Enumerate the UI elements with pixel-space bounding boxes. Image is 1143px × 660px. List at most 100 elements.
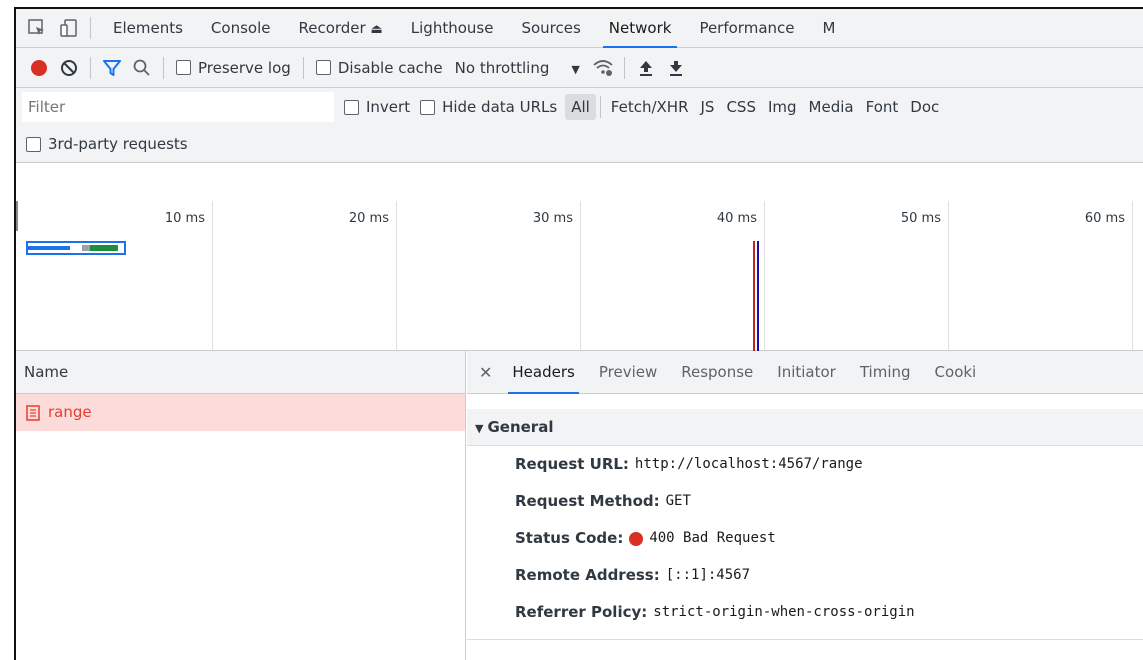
request-method-field: Request Method: GET [467,483,1143,520]
third-party-checkbox[interactable]: 3rd-party requests [26,135,188,153]
tab-recorder-label: Recorder [298,18,366,37]
tab-response[interactable]: Response [669,351,765,394]
preserve-log-label: Preserve log [198,58,291,77]
general-section-title: General [487,418,554,436]
divider [163,56,164,79]
checkbox-box[interactable] [176,60,191,75]
throttling-value: No throttling [454,58,550,77]
network-overview-timeline[interactable]: 10 ms 20 ms 30 ms 40 ms 50 ms 60 ms [16,201,1143,351]
gridline [396,201,397,350]
disable-cache-checkbox[interactable]: Disable cache [315,58,443,77]
tab-recorder[interactable]: Recorder ⏏ [284,9,396,48]
devtools-tab-bar: Elements Console Recorder ⏏ Lighthouse S… [16,9,1143,48]
tab-memory[interactable]: M [809,9,850,48]
gridline [212,201,213,350]
section-divider [467,639,1143,640]
timeline-start-marker [16,201,18,231]
tick-label: 30 ms [532,211,573,226]
referrer-policy-field: Referrer Policy: strict-origin-when-cros… [467,594,1143,631]
tick-label: 20 ms [348,211,389,226]
type-filter-font[interactable]: Font [860,94,905,120]
request-bar-waiting [28,246,70,250]
tab-lighthouse[interactable]: Lighthouse [397,9,508,48]
filter-icon[interactable] [99,55,125,81]
type-filter-media[interactable]: Media [803,94,860,120]
invert-checkbox[interactable]: Invert [344,98,410,116]
name-column-header[interactable]: Name [16,351,465,394]
tab-headers[interactable]: Headers [500,351,586,394]
tab-cookies[interactable]: Cooki [923,351,989,394]
checkbox-box[interactable] [26,136,41,152]
filter-bar: Invert Hide data URLs All Fetch/XHR JS C… [16,88,1143,126]
field-key: Request Method: [515,492,660,510]
type-filter-doc[interactable]: Doc [904,94,945,120]
dropdown-arrow-icon: ▼ [571,62,580,76]
tab-sources[interactable]: Sources [507,9,594,48]
tab-initiator[interactable]: Initiator [765,351,848,394]
divider [302,56,304,79]
status-error-icon [629,531,644,546]
gridline [948,201,949,350]
field-value: 400 Bad Request [649,530,776,546]
field-key: Request URL: [515,455,629,473]
throttling-select[interactable]: No throttling ▼ [455,59,580,77]
divider [90,17,91,39]
download-icon[interactable] [663,55,689,81]
request-url-field: Request URL: http://localhost:4567/range [467,446,1143,483]
inspect-element-icon[interactable] [24,15,50,41]
tick-label: 60 ms [1084,211,1125,226]
checkbox-box[interactable] [344,99,359,115]
remote-address-field: Remote Address: [::1]:4567 [467,557,1143,594]
field-value: GET [665,493,691,509]
clear-icon[interactable] [56,55,82,81]
divider [599,96,601,118]
tab-performance[interactable]: Performance [685,9,808,48]
search-icon[interactable] [129,55,155,81]
request-list: Name range [16,351,466,660]
gridline [764,201,765,350]
status-code-field: Status Code: 400 Bad Request [467,520,1143,557]
close-icon[interactable]: ✕ [467,363,500,382]
divider [90,56,91,79]
tab-network[interactable]: Network [595,9,686,48]
request-details: ✕ Headers Preview Response Initiator Tim… [467,351,1143,660]
upload-icon[interactable] [633,55,659,81]
preserve-log-checkbox[interactable]: Preserve log [176,59,291,77]
checkbox-box[interactable] [315,60,331,75]
tab-preview[interactable]: Preview [587,351,669,394]
divider [623,56,625,79]
document-icon [26,404,40,421]
dom-content-loaded-line [757,241,759,351]
type-filter-img[interactable]: Img [762,94,803,120]
general-section-header[interactable]: ▼ General [467,409,1143,446]
network-conditions-icon[interactable] [590,55,616,81]
disable-cache-label: Disable cache [337,58,443,77]
request-row[interactable]: range [16,394,465,431]
request-bar-download [90,245,118,251]
gridline [1132,201,1133,350]
type-filter-fetch-xhr[interactable]: Fetch/XHR [605,94,695,120]
tick-label: 50 ms [900,211,941,226]
record-icon[interactable] [26,55,52,81]
filter-input[interactable] [22,92,334,122]
request-bar-queue [82,245,90,251]
type-filter-js[interactable]: JS [695,94,721,120]
flask-icon: ⏏ [370,21,383,37]
device-toolbar-icon[interactable] [56,15,82,41]
tab-console[interactable]: Console [197,9,285,48]
type-filter-all[interactable]: All [565,94,596,120]
devtools-window: Elements Console Recorder ⏏ Lighthouse S… [14,7,1143,660]
tab-timing[interactable]: Timing [848,351,923,394]
field-key: Referrer Policy: [515,603,648,621]
type-filter-css[interactable]: CSS [720,94,762,120]
checkbox-box[interactable] [420,99,436,115]
tab-elements[interactable]: Elements [99,9,197,48]
hide-data-urls-checkbox[interactable]: Hide data URLs [420,98,557,116]
request-bar [26,241,126,255]
field-key: Remote Address: [515,566,660,584]
detail-tab-bar: ✕ Headers Preview Response Initiator Tim… [467,351,1143,394]
third-party-label: 3rd-party requests [48,135,188,153]
hide-data-urls-label: Hide data URLs [442,98,558,116]
field-value: http://localhost:4567/range [634,456,863,472]
network-toolbar: Preserve log Disable cache No throttling… [16,48,1143,88]
